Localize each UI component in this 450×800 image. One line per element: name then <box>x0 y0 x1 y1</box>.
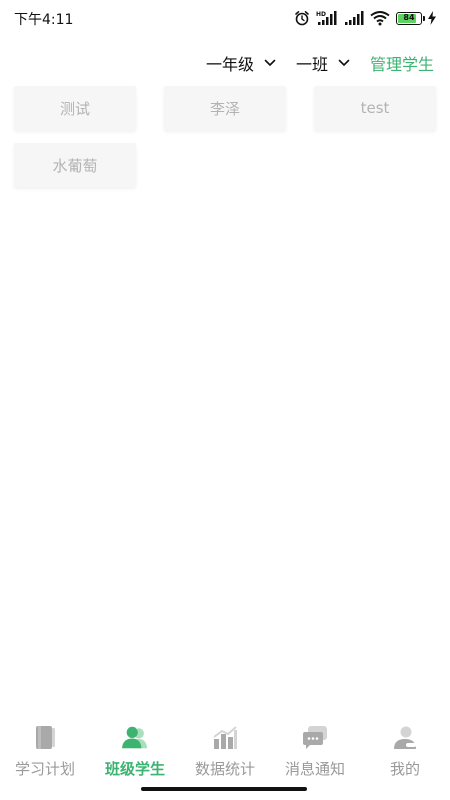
battery-level: 84 <box>403 13 415 22</box>
nav-label: 数据统计 <box>194 760 255 778</box>
nav-label: 学习计划 <box>14 760 75 778</box>
status-bar: 下午4:11 HD 84 <box>0 0 450 38</box>
book-icon <box>31 724 59 752</box>
students-icon <box>121 724 149 752</box>
nav-label: 班级学生 <box>104 760 165 778</box>
alarm-icon <box>294 10 310 26</box>
screen: 下午4:11 HD 84 一年级 一班 管理学生 测试 李泽 test 水葡萄 … <box>0 0 450 800</box>
nav-item-mine[interactable]: 我的 <box>360 724 450 782</box>
nav-item-study-plan[interactable]: 学习计划 <box>0 724 90 782</box>
class-dropdown-label: 一班 <box>295 55 328 74</box>
wifi-icon <box>370 10 390 26</box>
student-name: 李泽 <box>209 99 240 118</box>
student-name: test <box>360 99 390 117</box>
student-card[interactable]: test <box>314 86 436 130</box>
nav-label: 我的 <box>389 760 420 778</box>
class-dropdown[interactable]: 一班 <box>296 51 350 75</box>
status-time: 下午4:11 <box>14 12 74 28</box>
nav-item-data-stats[interactable]: 数据统计 <box>180 724 270 782</box>
status-icons: HD 84 <box>294 8 436 28</box>
grade-dropdown[interactable]: 一年级 <box>206 51 276 75</box>
student-card[interactable]: 李泽 <box>164 86 286 130</box>
chevron-down-icon <box>338 57 350 69</box>
battery-icon: 84 <box>396 11 425 25</box>
signal-icon <box>344 10 364 26</box>
student-name: 水葡萄 <box>52 156 98 175</box>
nav-item-messages[interactable]: 消息通知 <box>270 724 360 782</box>
manage-students-link[interactable]: 管理学生 <box>370 51 434 75</box>
nav-label: 消息通知 <box>284 760 345 778</box>
chevron-down-icon <box>264 57 276 69</box>
filter-row: 一年级 一班 管理学生 <box>206 50 434 76</box>
grade-dropdown-label: 一年级 <box>205 55 254 74</box>
student-name: 测试 <box>59 99 90 118</box>
nav-item-class-students[interactable]: 班级学生 <box>90 724 180 782</box>
signal-hd-icon: HD <box>316 10 338 26</box>
home-indicator[interactable] <box>141 787 307 791</box>
charging-icon <box>428 11 436 25</box>
svg-text:HD: HD <box>316 11 326 18</box>
chart-icon <box>211 724 239 752</box>
student-card[interactable]: 水葡萄 <box>14 143 136 187</box>
message-icon <box>301 724 329 752</box>
profile-icon <box>391 724 419 752</box>
student-card[interactable]: 测试 <box>14 86 136 130</box>
